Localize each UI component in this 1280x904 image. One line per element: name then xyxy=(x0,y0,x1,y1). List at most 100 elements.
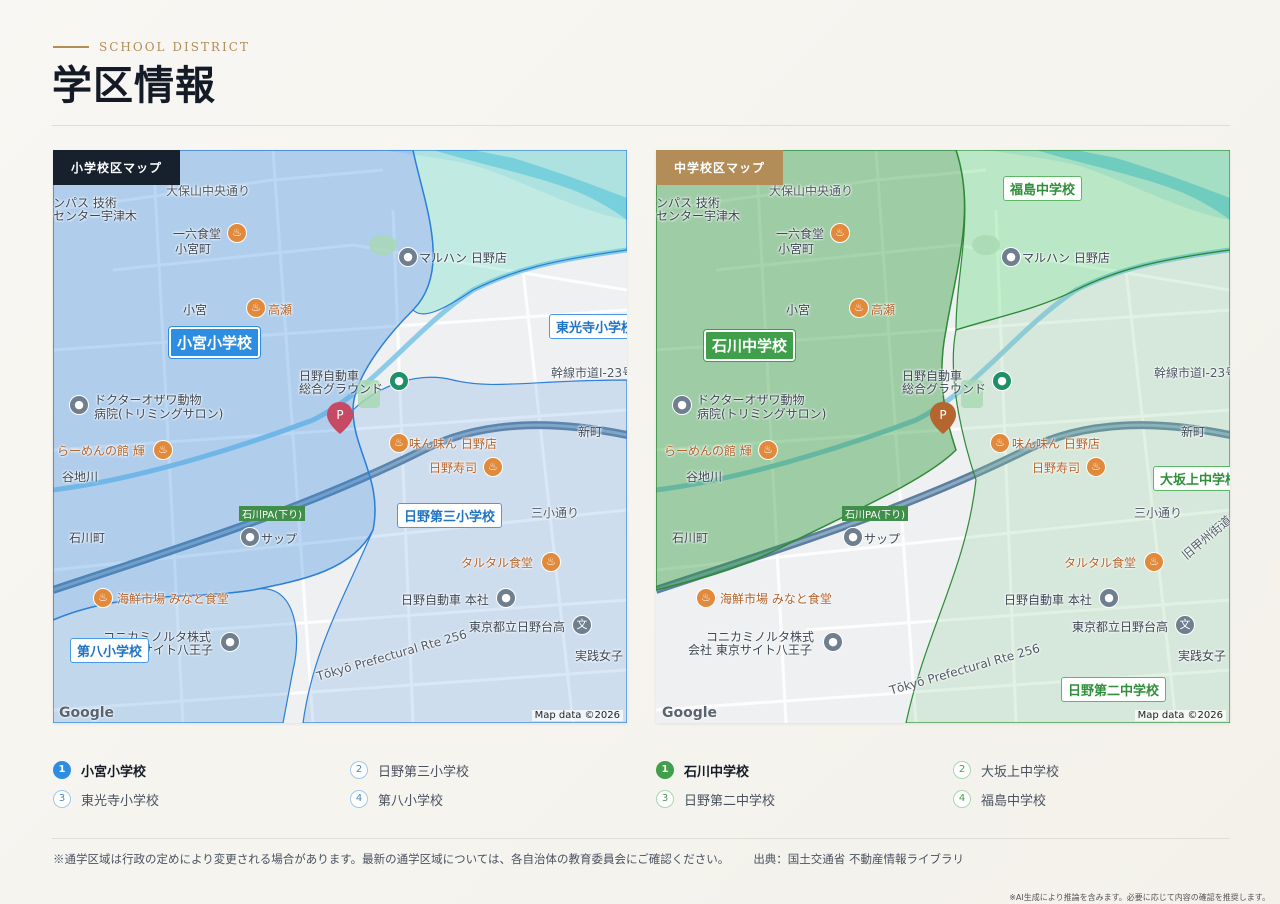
restaurant-icon[interactable]: ♨ xyxy=(153,440,173,460)
label-komiya-town: 小宮町 xyxy=(778,242,815,256)
label-ishikawa-town: 石川町 xyxy=(672,531,709,545)
label-maruhan: マルハン 日野店 xyxy=(419,251,507,265)
legend-school-name: 日野第二中学校 xyxy=(684,793,776,809)
label-sanko: 三小通り xyxy=(531,506,580,520)
junior-high-district-map[interactable]: 中学校区マップ 大保山中央通り ンパス 技術 センター宇津木 一六食堂 ♨ 小宮… xyxy=(656,150,1230,723)
label-shinmachi: 新町 xyxy=(578,425,603,439)
legend-number: 2 xyxy=(953,761,971,779)
label-sap: サップ xyxy=(261,532,298,546)
legend-number: 1 xyxy=(656,761,674,779)
label-takase: 高瀬 xyxy=(268,303,293,317)
footnote: ※通学区域は行政の定めにより変更される場合があります。最新の通学区域については、… xyxy=(53,851,964,867)
restaurant-icon[interactable]: ♨ xyxy=(227,223,247,243)
label-ramen: らーめんの館 輝 xyxy=(664,444,752,458)
footnote-note: ※通学区域は行政の定めにより変更される場合があります。最新の通学区域については、… xyxy=(53,852,730,866)
map-tag-elementary: 小学校区マップ xyxy=(53,150,181,185)
label-hino-honsha: 日野自動車 本社 xyxy=(1004,593,1092,607)
label-hospital: 病院(トリミングサロン) xyxy=(697,407,827,421)
legend-number: 4 xyxy=(953,790,971,808)
shop-icon[interactable]: ● xyxy=(398,247,418,267)
legend-number: 4 xyxy=(350,790,368,808)
section-eyebrow: SCHOOL DISTRICT xyxy=(53,38,250,56)
map-tag-junior: 中学校区マップ xyxy=(656,150,784,185)
shop-icon[interactable]: ● xyxy=(843,527,863,547)
label-kansen23: 幹線市道I-23号 xyxy=(551,366,627,380)
footer-divider xyxy=(52,838,1230,839)
label-kansen23: 幹線市道I-23号 xyxy=(1154,366,1230,380)
legend-elementary: 1 小宮小学校 2 日野第三小学校 3 東光寺小学校 4 第八小学校 xyxy=(53,760,627,820)
school-label-tokoji[interactable]: 東光寺小学校 xyxy=(549,314,627,339)
school-label-dai8[interactable]: 第八小学校 xyxy=(70,638,150,663)
property-pin-icon[interactable]: P xyxy=(930,402,956,434)
office-icon[interactable]: ● xyxy=(220,632,240,652)
legend-school-name: 小宮小学校 xyxy=(81,764,147,780)
label-center: センター宇津木 xyxy=(53,209,138,223)
restaurant-icon[interactable]: ♨ xyxy=(849,298,869,318)
restaurant-icon[interactable]: ♨ xyxy=(1086,457,1106,477)
restaurant-icon[interactable]: ♨ xyxy=(483,457,503,477)
label-sap: サップ xyxy=(864,532,901,546)
label-takase: 高瀬 xyxy=(871,303,896,317)
legend-number: 1 xyxy=(53,761,71,779)
label-center: センター宇津木 xyxy=(656,209,741,223)
restaurant-icon[interactable]: ♨ xyxy=(990,433,1010,453)
label-taruta: タルタル食堂 xyxy=(1064,556,1137,570)
google-logo: Google xyxy=(662,705,718,721)
legend-item: 2 大坂上中学校 xyxy=(953,760,1059,780)
hospital-icon[interactable]: ● xyxy=(69,395,89,415)
footnote-source: 出典：国土交通省 不動産情報ライブラリ xyxy=(753,852,964,866)
restaurant-icon[interactable]: ♨ xyxy=(696,588,716,608)
restaurant-icon[interactable]: ♨ xyxy=(1144,552,1164,572)
hospital-icon[interactable]: ● xyxy=(672,395,692,415)
legend-item: 4 福島中学校 xyxy=(953,789,1046,809)
school-icon[interactable]: 文 xyxy=(572,615,592,635)
shop-icon[interactable]: ● xyxy=(1001,247,1021,267)
school-label-ishikawa[interactable]: 石川中学校 xyxy=(704,330,796,361)
school-label-hino3[interactable]: 日野第三小学校 xyxy=(397,503,503,528)
office-icon[interactable]: ● xyxy=(496,588,516,608)
svg-text:P: P xyxy=(939,408,946,422)
shop-icon[interactable]: ● xyxy=(240,527,260,547)
office-icon[interactable]: ● xyxy=(1099,588,1119,608)
label-sushi: 日野寿司 xyxy=(429,461,478,475)
elementary-district-map[interactable]: 小学校区マップ 大保山中央通り ンパス 技術 センター宇津木 一六食堂 ♨ 小宮… xyxy=(53,150,627,723)
school-label-fukushima[interactable]: 福島中学校 xyxy=(1003,176,1083,201)
ai-disclaimer: ※AI生成により推論を含みます。必要に応じて内容の確認を推奨します。 xyxy=(1009,893,1270,902)
park-icon[interactable]: ● xyxy=(992,371,1012,391)
label-jissen: 実践女子 xyxy=(1178,649,1227,663)
restaurant-icon[interactable]: ♨ xyxy=(389,433,409,453)
school-icon[interactable]: 文 xyxy=(1175,615,1195,635)
label-hospital: 病院(トリミングサロン) xyxy=(94,407,224,421)
map-data-attribution[interactable]: Map data ©2026 xyxy=(531,710,623,721)
school-label-komiya[interactable]: 小宮小学校 xyxy=(169,327,261,358)
legend-item: 3 日野第二中学校 xyxy=(656,789,775,809)
label-jissen: 実践女子 xyxy=(575,649,624,663)
school-label-osakaue[interactable]: 大坂上中学校 xyxy=(1153,466,1230,491)
restaurant-icon[interactable]: ♨ xyxy=(246,298,266,318)
legend-school-name: 東光寺小学校 xyxy=(81,793,160,809)
label-shinmachi: 新町 xyxy=(1181,425,1206,439)
restaurant-icon[interactable]: ♨ xyxy=(758,440,778,460)
label-ramen: らーめんの館 輝 xyxy=(57,444,145,458)
restaurant-icon[interactable]: ♨ xyxy=(830,223,850,243)
map-data-attribution[interactable]: Map data ©2026 xyxy=(1134,710,1226,721)
school-label-hino2[interactable]: 日野第二中学校 xyxy=(1061,677,1167,702)
label-ground: 総合グラウンド xyxy=(299,382,384,396)
label-maruhan: マルハン 日野店 xyxy=(1022,251,1110,265)
restaurant-icon[interactable]: ♨ xyxy=(541,552,561,572)
legend-school-name: 大坂上中学校 xyxy=(981,764,1060,780)
legend-school-name: 福島中学校 xyxy=(981,793,1047,809)
office-icon[interactable]: ● xyxy=(823,632,843,652)
label-hino-honsha: 日野自動車 本社 xyxy=(401,593,489,607)
legend-item: 4 第八小学校 xyxy=(350,789,443,809)
park-icon[interactable]: ● xyxy=(389,371,409,391)
legend-school-name: 日野第三小学校 xyxy=(378,764,470,780)
svg-text:P: P xyxy=(336,408,343,422)
page-title: 学区情報 xyxy=(52,62,216,109)
label-konica3: 会社 東京サイト八王子 xyxy=(688,643,812,657)
label-tokyo-hs: 東京都立日野台高 xyxy=(469,620,566,634)
property-pin-icon[interactable]: P xyxy=(327,402,353,434)
label-tokyo-hs: 東京都立日野台高 xyxy=(1072,620,1169,634)
label-konica2: サイト八王子 xyxy=(141,643,214,657)
restaurant-icon[interactable]: ♨ xyxy=(93,588,113,608)
